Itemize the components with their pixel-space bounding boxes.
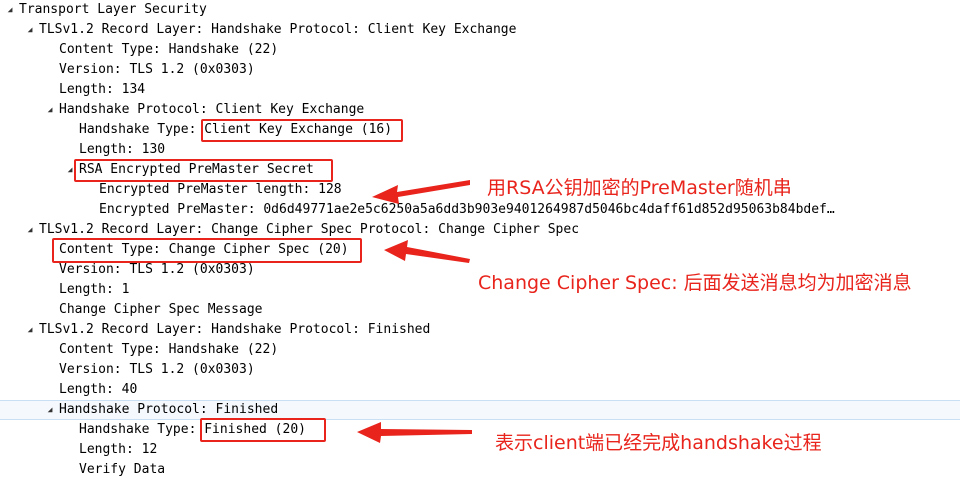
annotation-premaster: 用RSA公钥加密的PreMaster随机串 bbox=[487, 177, 792, 199]
arrow-change-cipher-spec bbox=[384, 240, 470, 263]
arrow-finished bbox=[357, 422, 472, 443]
arrow-premaster bbox=[372, 180, 470, 204]
annotation-change-cipher-spec: Change Cipher Spec: 后面发送消息均为加密消息 bbox=[478, 272, 912, 294]
annotation-arrows bbox=[357, 180, 472, 443]
annotation-finished: 表示client端已经完成handshake过程 bbox=[495, 432, 822, 454]
